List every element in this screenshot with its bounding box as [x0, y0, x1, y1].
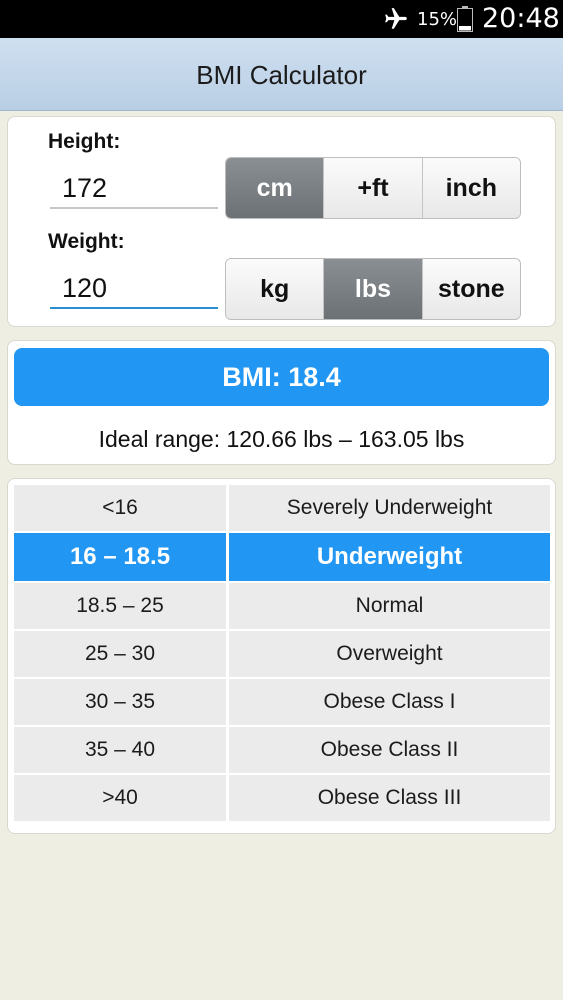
weight-unit-stone-button[interactable]: stone: [422, 259, 520, 319]
table-row: 25 – 30 Overweight: [14, 631, 550, 679]
ideal-range-text: Ideal range: 120.66 lbs – 163.05 lbs: [98, 426, 465, 452]
height-unit-ft-button[interactable]: +ft: [324, 158, 423, 218]
bmi-table-card: <16 Severely Underweight 16 – 18.5 Under…: [7, 478, 556, 834]
height-unit-cm-button[interactable]: cm: [226, 158, 325, 218]
app-title: BMI Calculator: [196, 60, 367, 90]
weight-input[interactable]: [50, 269, 218, 309]
airplane-mode-icon: [385, 8, 407, 29]
bmi-category-table: <16 Severely Underweight 16 – 18.5 Under…: [14, 485, 550, 823]
bmi-category-cell: Obese Class I: [229, 679, 550, 727]
battery-icon: [457, 6, 473, 32]
bmi-range-cell: 35 – 40: [14, 727, 229, 775]
height-unit-selector: cm +ft inch: [225, 157, 521, 219]
height-input[interactable]: [50, 169, 218, 209]
table-row: 35 – 40 Obese Class II: [14, 727, 550, 775]
bmi-category-cell: Severely Underweight: [229, 485, 550, 533]
input-card: Height: cm +ft inch Weight: kg lbs stone: [7, 116, 556, 327]
bmi-range-cell: <16: [14, 485, 229, 533]
table-row-highlighted: 16 – 18.5 Underweight: [14, 533, 550, 583]
weight-unit-lbs-button[interactable]: lbs: [324, 259, 423, 319]
bmi-category-cell: Normal: [229, 583, 550, 631]
table-row: 18.5 – 25 Normal: [14, 583, 550, 631]
weight-unit-selector: kg lbs stone: [225, 258, 521, 320]
weight-label: Weight:: [48, 230, 125, 253]
bmi-range-cell: 25 – 30: [14, 631, 229, 679]
bmi-result-banner: BMI: 18.4: [14, 348, 549, 406]
bmi-range-cell: 16 – 18.5: [14, 533, 229, 583]
bmi-category-cell: Underweight: [229, 533, 550, 583]
clock: 20:48: [482, 3, 560, 34]
table-row: <16 Severely Underweight: [14, 485, 550, 533]
battery-percent: 15%: [417, 9, 458, 30]
table-row: >40 Obese Class III: [14, 775, 550, 823]
bmi-range-cell: 30 – 35: [14, 679, 229, 727]
result-card: BMI: 18.4 Ideal range: 120.66 lbs – 163.…: [7, 340, 556, 465]
bmi-range-cell: >40: [14, 775, 229, 823]
bmi-range-cell: 18.5 – 25: [14, 583, 229, 631]
height-unit-inch-button[interactable]: inch: [422, 158, 520, 218]
status-bar: 15% 20:48: [0, 0, 563, 38]
app-header: BMI Calculator: [0, 38, 563, 111]
table-row: 30 – 35 Obese Class I: [14, 679, 550, 727]
bmi-category-cell: Overweight: [229, 631, 550, 679]
bmi-category-cell: Obese Class III: [229, 775, 550, 823]
height-label: Height:: [48, 130, 121, 153]
bmi-category-cell: Obese Class II: [229, 727, 550, 775]
weight-unit-kg-button[interactable]: kg: [226, 259, 325, 319]
